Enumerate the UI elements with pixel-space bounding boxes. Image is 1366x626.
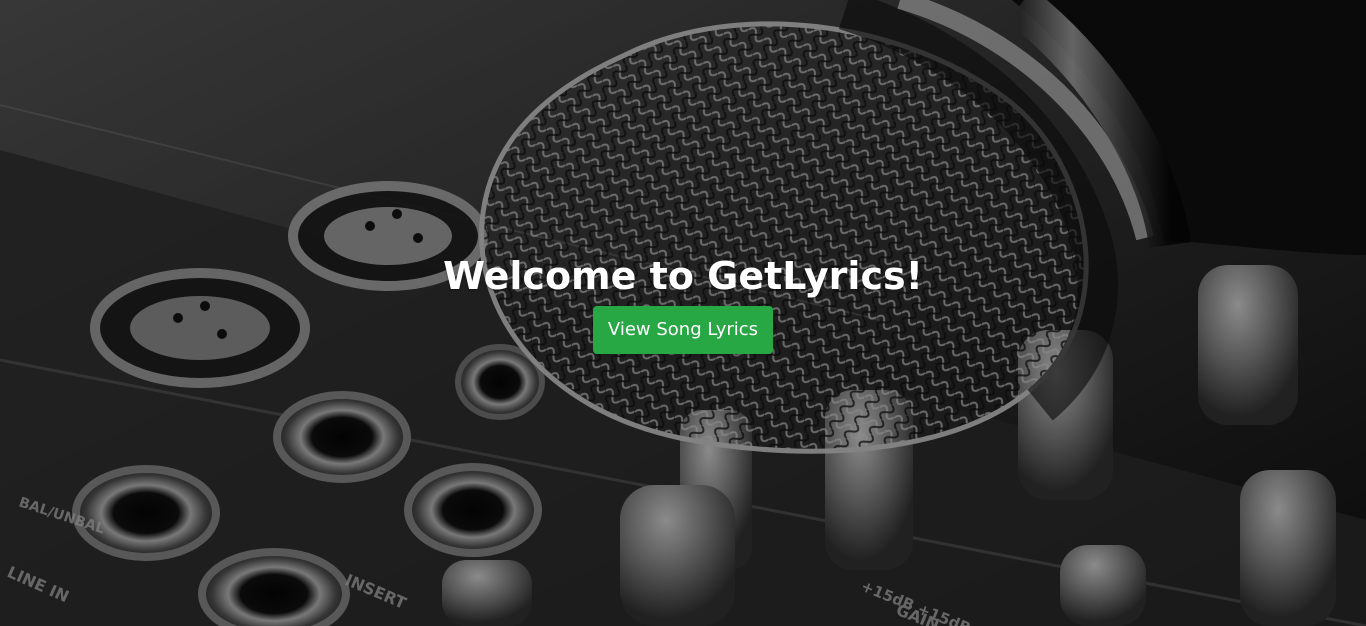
page-title: Welcome to GetLyrics! (443, 254, 923, 298)
hero-section: BAL/UNBAL LINE IN INSERT +15dB +15dB GAI… (0, 0, 1366, 626)
hero-content: Welcome to GetLyrics! View Song Lyrics (0, 252, 1366, 354)
view-song-lyrics-button[interactable]: View Song Lyrics (593, 306, 773, 354)
